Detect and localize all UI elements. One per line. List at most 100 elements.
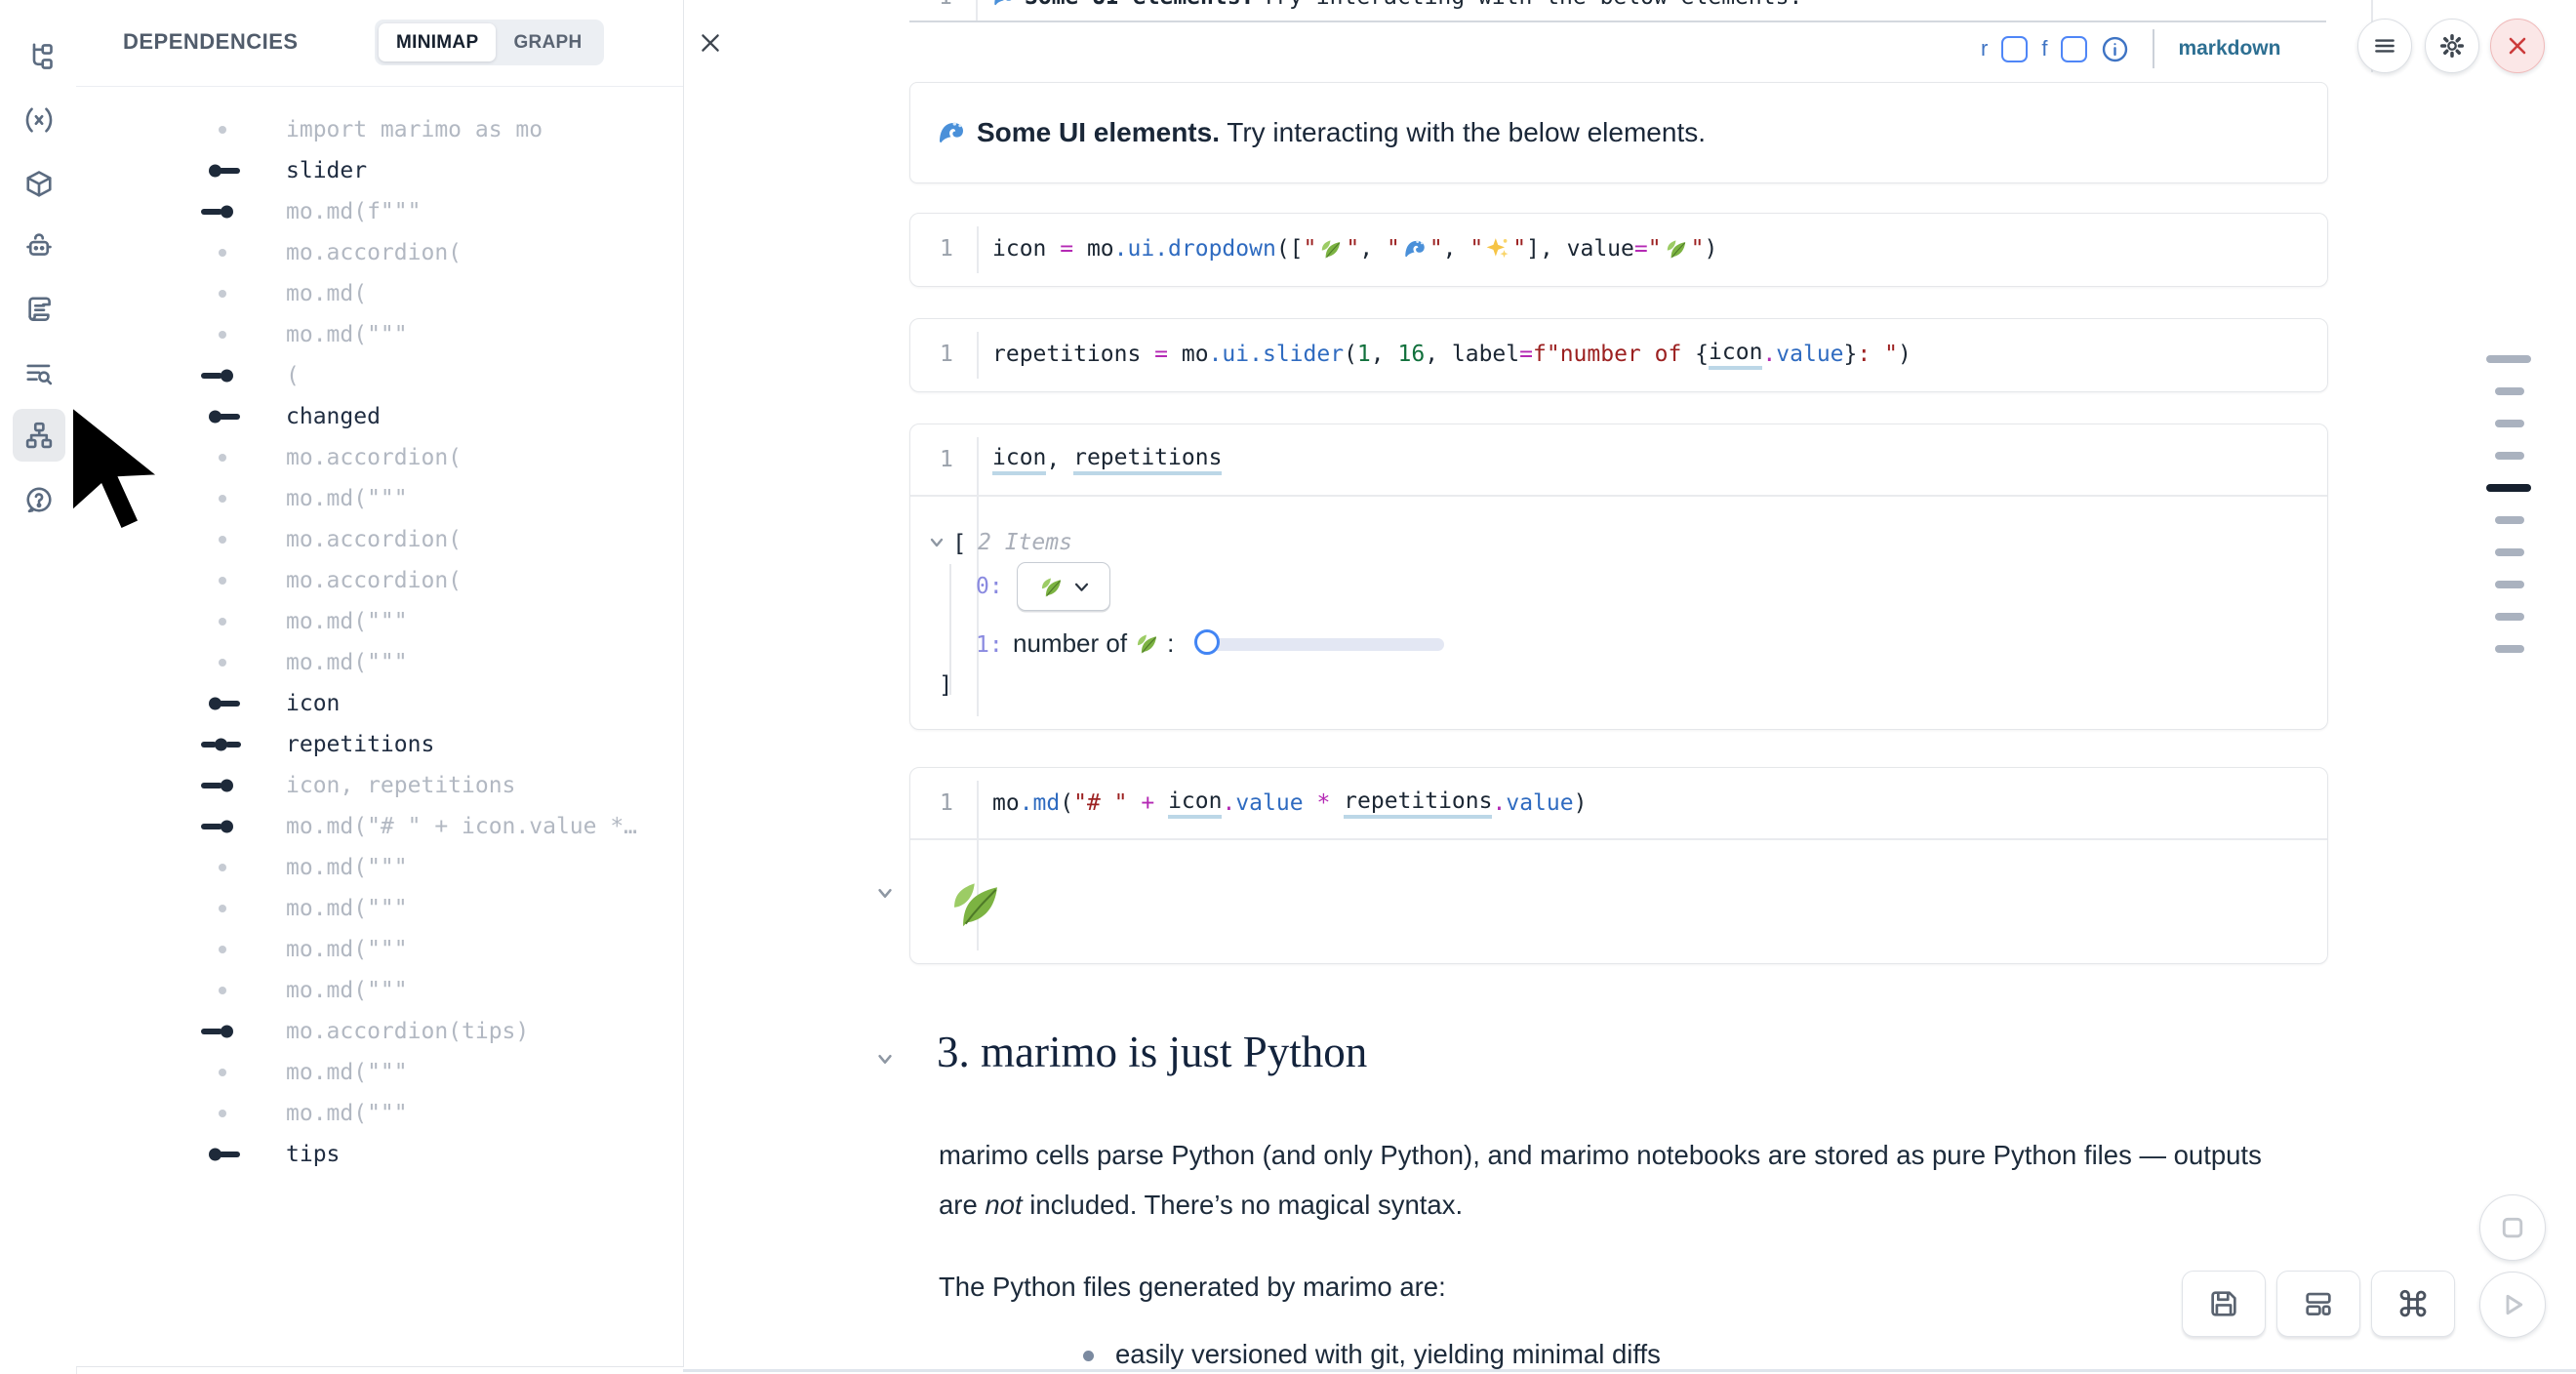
scroll-mark[interactable] [2495, 452, 2524, 460]
code-cell-dropdown[interactable]: 1 icon = mo.ui.dropdown(["", "", ""], va… [909, 213, 2328, 287]
code-line[interactable]: icon, repetitions [992, 424, 1222, 495]
code-token: = [1519, 342, 1533, 367]
minimap-item[interactable]: mo.md(""" [76, 1093, 683, 1134]
minimap-item[interactable]: repetitions [76, 724, 683, 765]
minimap-item[interactable]: mo.accordion( [76, 437, 683, 478]
minimap-item[interactable]: icon [76, 683, 683, 724]
dropdown-control[interactable] [1017, 562, 1110, 611]
code-cell-slider[interactable]: 1 repetitions = mo.ui.slider(1, 16, labe… [909, 318, 2328, 392]
minimap-marker-dot [201, 519, 248, 560]
code-cell-tuple[interactable]: 1 icon, repetitions [909, 424, 2328, 730]
tab-graph[interactable]: GRAPH [496, 23, 599, 61]
minimap-item-label: mo.md(""" [286, 650, 408, 675]
minimap-item-label: mo.md(""" [286, 322, 408, 347]
shutdown-button[interactable] [2490, 19, 2545, 73]
minimap-item[interactable]: changed [76, 396, 683, 437]
slider-label-colon: : [1167, 628, 1174, 659]
scroll-mark[interactable] [2495, 420, 2524, 427]
minimap-item[interactable]: mo.md("# " + icon.value *… [76, 806, 683, 847]
sidebar-item-help[interactable] [13, 473, 65, 526]
scroll-mark[interactable] [2495, 548, 2524, 556]
minimap-marker-use [201, 806, 248, 847]
minimap-item[interactable]: mo.md(""" [76, 888, 683, 929]
minimap-item[interactable]: mo.md(""" [76, 314, 683, 355]
minimap-item[interactable]: mo.accordion( [76, 519, 683, 560]
editor-rest-text: Try interacting with the below elements. [1262, 0, 1802, 10]
sidebar-item-dependencies[interactable] [13, 409, 65, 462]
bullet-dot [1083, 1351, 1094, 1361]
tab-minimap[interactable]: MINIMAP [379, 23, 496, 61]
settings-button[interactable] [2425, 19, 2479, 73]
minimap-item[interactable]: mo.md(""" [76, 478, 683, 519]
minimap-item-label: import marimo as mo [286, 117, 543, 142]
slider-track[interactable] [1202, 638, 1444, 651]
code-line[interactable]: mo.md("# " + icon.value * repetitions.va… [992, 768, 1587, 838]
cell-collapse-icon[interactable] [876, 886, 894, 901]
f-checkbox[interactable] [2061, 36, 2087, 62]
code-token: ) [1898, 342, 1912, 367]
sidebar-item-logs[interactable] [13, 283, 65, 336]
menu-button[interactable] [2357, 19, 2412, 73]
sidebar-item-file-tree[interactable] [13, 29, 65, 82]
scroll-mark[interactable] [2486, 484, 2531, 492]
code-line[interactable]: repetitions = mo.ui.slider(1, 16, label=… [992, 319, 1912, 389]
minimap-item[interactable]: mo.md(""" [76, 601, 683, 642]
minimap-item[interactable]: ( [76, 355, 683, 396]
minimap-item[interactable]: mo.md(f""" [76, 191, 683, 232]
sidebar-item-variables[interactable] [13, 94, 65, 146]
tree-collapse-icon[interactable] [929, 536, 945, 549]
minimap-item[interactable]: tips [76, 1134, 683, 1175]
minimap-item[interactable]: mo.md(""" [76, 929, 683, 970]
layout-button[interactable] [2276, 1271, 2360, 1337]
minimap-item[interactable]: mo.accordion(tips) [76, 1011, 683, 1052]
code-token: value [1776, 342, 1843, 367]
scroll-mark[interactable] [2486, 355, 2531, 363]
paragraph-1-emphasis: not [985, 1190, 1022, 1220]
r-checkbox[interactable] [2001, 36, 2028, 62]
minimap-marker-def [201, 150, 248, 191]
line-number: 1 [940, 768, 953, 838]
code-token: . [1222, 790, 1235, 816]
minimap-item[interactable]: mo.md(""" [76, 1052, 683, 1093]
minimap-item[interactable]: mo.md( [76, 273, 683, 314]
sidebar-item-outline-search[interactable] [13, 347, 65, 400]
code-line[interactable]: icon = mo.ui.dropdown(["", "", ""], valu… [992, 214, 1717, 284]
code-token [1128, 790, 1142, 816]
command-palette-button[interactable] [2371, 1271, 2455, 1337]
minimap-item[interactable]: mo.md(""" [76, 970, 683, 1011]
markdown-output-cell[interactable]: Some UI elements. Try interacting with t… [909, 82, 2328, 183]
sidebar-item-ai-assistant[interactable] [13, 221, 65, 273]
sidebar-item-packages[interactable] [13, 158, 65, 211]
minimap-marker-both [201, 724, 248, 765]
save-button[interactable] [2182, 1271, 2266, 1337]
minimap-item[interactable]: mo.accordion( [76, 560, 683, 601]
language-badge[interactable]: markdown [2178, 37, 2280, 61]
minimap-item-label: mo.md("# " + icon.value *… [286, 814, 637, 839]
stop-button[interactable] [2479, 1194, 2546, 1261]
scroll-mark[interactable] [2495, 613, 2524, 621]
wave-icon [936, 117, 967, 148]
package-cube-icon [24, 170, 54, 199]
scroll-mark[interactable] [2495, 645, 2524, 653]
section-collapse-icon[interactable] [876, 1052, 894, 1067]
md-editor-clipped[interactable]: 1 Some UI elements.Try interacting with … [909, 0, 2326, 20]
help-icon [24, 485, 54, 514]
minimap-item[interactable]: import marimo as mo [76, 109, 683, 150]
info-icon[interactable] [2101, 35, 2129, 63]
code-cell-md-expr[interactable]: 1 mo.md("# " + icon.value * repetitions.… [909, 767, 2328, 964]
close-panel-button[interactable] [695, 27, 726, 59]
slider-thumb[interactable] [1194, 629, 1220, 655]
run-button[interactable] [2479, 1272, 2546, 1338]
minimap-item[interactable]: icon, repetitions [76, 765, 683, 806]
minimap-item[interactable]: mo.md(""" [76, 847, 683, 888]
minimap-item[interactable]: slider [76, 150, 683, 191]
scroll-mark[interactable] [2495, 581, 2524, 588]
scroll-mark[interactable] [2495, 387, 2524, 395]
scroll-mark[interactable] [2495, 516, 2524, 524]
tree-item-count: 2 Items [978, 530, 1072, 555]
minimap-marker-dot [201, 970, 248, 1011]
minimap-item[interactable]: mo.md(""" [76, 642, 683, 683]
minimap-item[interactable]: mo.accordion( [76, 232, 683, 273]
paragraph-1-line1: marimo cells parse Python (and only Pyth… [939, 1140, 2262, 1170]
code-token: , [1359, 236, 1387, 262]
